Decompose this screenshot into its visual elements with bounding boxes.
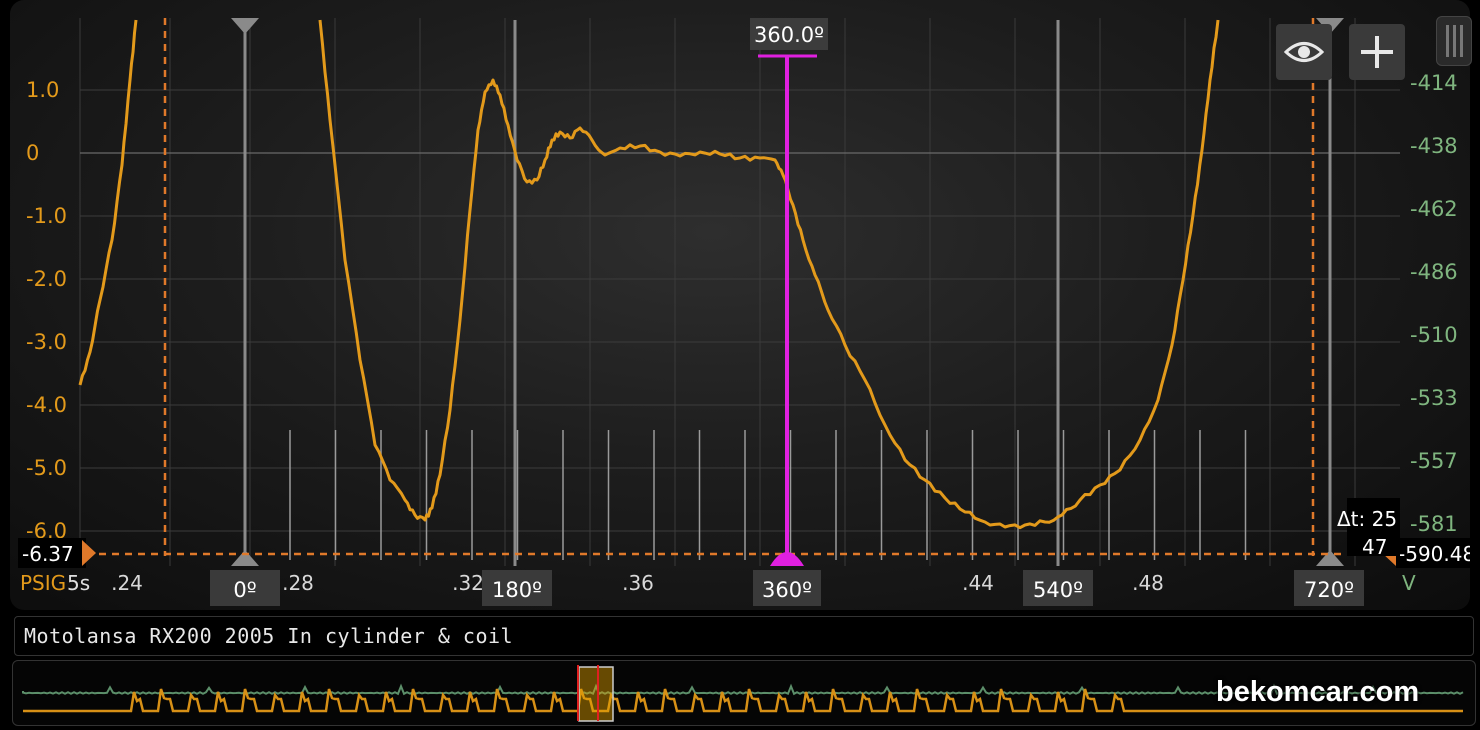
right-axis-label: -510 bbox=[1410, 323, 1458, 347]
waveform-plot[interactable]: 360.0º 1.00-1.0-2.0-3.0-4.0-5.0-6.0 -414… bbox=[10, 0, 1470, 610]
scope-display[interactable]: 360.0º 1.0 0 -1.0 -2.0 -3.0 -4.0 -5.0 -6.0 -414… bbox=[10, 0, 1470, 610]
panel-resize-handle[interactable] bbox=[1436, 16, 1472, 66]
overview-window-highlight bbox=[579, 667, 613, 721]
degree-handle-top-icon[interactable] bbox=[231, 18, 259, 34]
cursor-label: 360.0º bbox=[754, 23, 824, 47]
degree-handle-bottom-icon[interactable] bbox=[1316, 550, 1344, 566]
eye-icon bbox=[1284, 42, 1324, 62]
left-axis-label: -3.0 bbox=[26, 330, 67, 354]
left-axis-label: -4.0 bbox=[26, 393, 67, 417]
time-axis-labels: .24.28.32.36.4.44.48.52 bbox=[111, 571, 1334, 595]
degree-marker-label: 720º bbox=[1304, 578, 1354, 602]
left-axis-label: -2.0 bbox=[26, 267, 67, 291]
time-axis-label: .28 bbox=[282, 571, 314, 595]
time-axis-label: .44 bbox=[962, 571, 994, 595]
right-axis-labels: -414 -438 -462 -486 -510 -533 -557 -581 bbox=[1410, 71, 1458, 536]
left-axis-label: 1.0 bbox=[26, 78, 59, 102]
left-cursor-value: -6.37 bbox=[22, 542, 74, 566]
right-axis-label: -486 bbox=[1410, 260, 1458, 284]
right-axis-label: -462 bbox=[1410, 197, 1458, 221]
left-marker-arrow-icon bbox=[82, 540, 96, 566]
range-markers[interactable] bbox=[86, 18, 1390, 556]
right-axis-label: -533 bbox=[1410, 386, 1458, 410]
drag-grip-icon bbox=[1446, 25, 1463, 57]
right-axis-label: -414 bbox=[1410, 71, 1458, 95]
delta-time-label: Δt: 25 bbox=[1337, 507, 1397, 531]
watermark-text: bekomcar.com bbox=[1216, 676, 1420, 708]
left-axis-label: -1.0 bbox=[26, 204, 67, 228]
degree-marker-label: 540º bbox=[1033, 578, 1083, 602]
time-axis-label: .32 bbox=[452, 571, 484, 595]
degree-marker-label: 0º bbox=[233, 578, 256, 602]
left-axis-label: 0 bbox=[26, 141, 39, 165]
left-unit-label: PSIG bbox=[20, 571, 66, 595]
waveform-title: Motolansa RX200 2005 In cylinder & coil bbox=[24, 624, 514, 648]
plus-icon bbox=[1361, 36, 1393, 68]
time-axis-label: .24 bbox=[111, 571, 143, 595]
delta-value-label: 47 bbox=[1362, 535, 1387, 559]
time-unit-label: 5s bbox=[67, 571, 90, 595]
left-cursor-readout[interactable]: -6.37 bbox=[18, 538, 96, 568]
left-axis-labels: 1.00-1.0-2.0-3.0-4.0-5.0-6.0 bbox=[26, 78, 67, 543]
degree-marker-labels[interactable]: 0º 180º 360º 540º 720º bbox=[210, 570, 1364, 606]
cursor-group[interactable]: 360.0º bbox=[750, 18, 828, 566]
degree-marker-label: 360º bbox=[762, 578, 812, 602]
time-axis-label: .36 bbox=[622, 571, 654, 595]
degree-marker-label: 180º bbox=[492, 578, 542, 602]
waveform-title-bar[interactable]: Motolansa RX200 2005 In cylinder & coil bbox=[14, 616, 1474, 656]
scope-app: 360.0º 1.0 0 -1.0 -2.0 -3.0 -4.0 -5.0 -6.0 -414… bbox=[0, 0, 1480, 730]
right-axis-label: -438 bbox=[1410, 134, 1458, 158]
right-unit-label: V bbox=[1402, 571, 1416, 595]
left-axis-label: -5.0 bbox=[26, 456, 67, 480]
degree-handle-bottom-icon[interactable] bbox=[231, 550, 259, 566]
pressure-trace bbox=[78, 19, 1220, 530]
time-axis-label: .48 bbox=[1132, 571, 1164, 595]
right-cursor-value: -590.48 bbox=[1398, 542, 1470, 566]
degree-tick-marks bbox=[289, 430, 1247, 560]
right-axis-label: -557 bbox=[1410, 449, 1458, 473]
grid bbox=[79, 18, 1400, 566]
delta-readout: Δt: 25 47 bbox=[1337, 498, 1400, 559]
right-axis-label: -581 bbox=[1410, 512, 1458, 536]
add-button[interactable] bbox=[1349, 24, 1405, 80]
eye-button[interactable] bbox=[1276, 24, 1332, 80]
